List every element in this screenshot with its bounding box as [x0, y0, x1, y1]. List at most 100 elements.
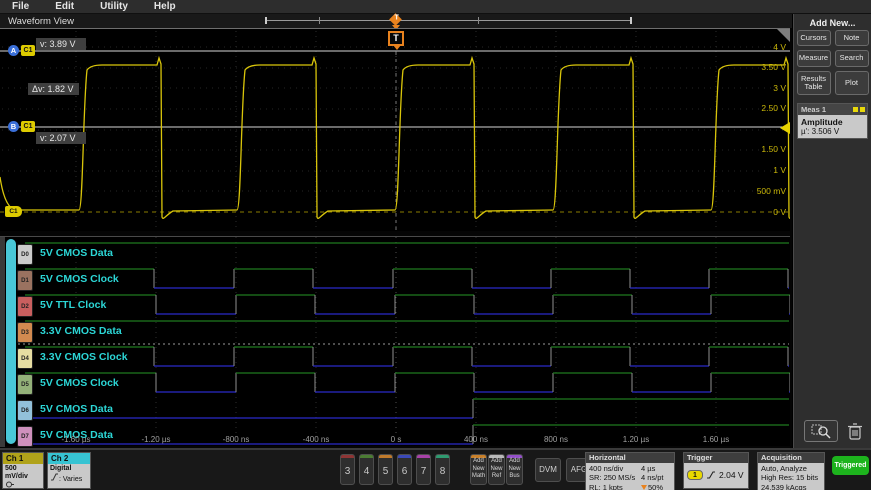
- view-corner-handle-icon[interactable]: [777, 29, 790, 42]
- channel-button-4[interactable]: 4: [359, 454, 374, 485]
- cursor-b-badge[interactable]: B: [8, 121, 19, 132]
- channel-color-stripe: [379, 455, 392, 458]
- plot-button[interactable]: Plot: [835, 71, 869, 96]
- acquisition-panel[interactable]: Acquisition Auto, Analyze High Res: 15 b…: [757, 452, 825, 490]
- measurement-badge-body: Amplitude µ': 3.506 V: [798, 115, 867, 138]
- time-axis-label: -400 ns: [293, 435, 339, 444]
- digital-waveform-D2[interactable]: [25, 295, 790, 314]
- time-axis-label: -1.60 µs: [53, 435, 99, 444]
- record-length: RL: 1 kpts: [589, 483, 641, 490]
- measurement-badge-header: Meas 1: [798, 104, 867, 115]
- trigger-position-icon[interactable]: T: [389, 13, 402, 26]
- channel2-badge-body: Digital : Varies: [48, 464, 90, 488]
- trigger-source-badge: 1: [687, 470, 703, 480]
- trigger-panel-header: Trigger: [684, 453, 748, 463]
- add-color-stripe: [507, 455, 522, 458]
- acquisition-mode: Auto, Analyze: [761, 464, 821, 473]
- channel-color-stripe: [341, 455, 354, 458]
- digital-channel-label-D3: 3.3V CMOS Data: [40, 325, 122, 337]
- digital-waveform-D5[interactable]: [25, 373, 790, 392]
- waveform-view: Waveform View T T C1 A C1 v: 3.89 V Δv: …: [0, 14, 792, 448]
- menu-utility[interactable]: Utility: [100, 1, 128, 12]
- channel-button-3[interactable]: 3: [340, 454, 355, 485]
- channel-button-6[interactable]: 6: [397, 454, 412, 485]
- voltage-scale-label: 500 mV: [736, 186, 786, 196]
- trash-icon: [846, 421, 864, 441]
- digital-graticule[interactable]: D0 5V CMOS Data D1 5V CMOS Clock D2 5V TTL Cl…: [0, 236, 790, 446]
- note-button[interactable]: Note: [835, 30, 869, 46]
- status-bar: Ch 1 500 mV/div 100 MHz Ch 2 Digital : V…: [0, 448, 871, 490]
- overview-right-bracket: [630, 17, 632, 24]
- trigger-flag-icon[interactable]: T: [388, 31, 404, 46]
- measurement-badge[interactable]: Meas 1 Amplitude µ': 3.506 V: [797, 103, 868, 139]
- trigger-panel[interactable]: Trigger 1 2.04 V: [683, 452, 749, 489]
- menu-edit[interactable]: Edit: [55, 1, 74, 12]
- digital-channel-badge-D5[interactable]: D5: [17, 374, 33, 395]
- digital-channel-badge-D2[interactable]: D2: [17, 296, 33, 317]
- digital-channel-label-D6: 5V CMOS Data: [40, 403, 113, 415]
- digital-channel-badge-D3[interactable]: D3: [17, 322, 33, 343]
- menu-help[interactable]: Help: [154, 1, 176, 12]
- channel1-ground-badge[interactable]: C1: [5, 206, 22, 217]
- digital-channel-label-D0: 5V CMOS Data: [40, 247, 113, 259]
- trigger-level-arrow-icon[interactable]: [780, 122, 790, 134]
- channel-button-7[interactable]: 7: [416, 454, 431, 485]
- delete-button[interactable]: [846, 421, 864, 441]
- voltage-scale-label: 3.50 V: [736, 62, 786, 72]
- search-button[interactable]: Search: [835, 50, 869, 66]
- cursor-a-badge[interactable]: A: [8, 45, 19, 56]
- acquisition-overview-bar[interactable]: T: [265, 16, 632, 26]
- results-table-button[interactable]: Results Table: [797, 71, 831, 96]
- cursors-button[interactable]: Cursors: [797, 30, 831, 46]
- analog-waveform-plot: [0, 29, 790, 232]
- digital-waveform-D4[interactable]: [25, 347, 789, 366]
- magnifier-icon: [805, 421, 837, 441]
- view-title[interactable]: Waveform View: [8, 16, 74, 27]
- digital-waveform-D6[interactable]: [25, 399, 789, 418]
- horizontal-panel-body: 400 ns/div 4 µs SR: 250 MS/s 4 ns/pt RL:…: [586, 463, 674, 490]
- horizontal-panel[interactable]: Horizontal 400 ns/div 4 µs SR: 250 MS/s …: [585, 452, 675, 490]
- digital-channel-label-D4: 3.3V CMOS Clock: [40, 351, 128, 363]
- time-axis-label: 1.60 µs: [693, 435, 739, 444]
- voltage-scale-label: 1.50 V: [736, 144, 786, 154]
- meas-indicator-icon: [853, 107, 858, 112]
- channel2-badge[interactable]: Ch 2 Digital : Varies: [47, 452, 91, 489]
- add-new-math-button[interactable]: AddNewMath: [470, 454, 487, 485]
- digital-channel-label-D1: 5V CMOS Clock: [40, 273, 119, 285]
- acquisition-panel-body: Auto, Analyze High Res: 15 bits 24.539 k…: [758, 463, 824, 490]
- cursor-a-channel-badge[interactable]: C1: [21, 45, 35, 56]
- meas-indicator-icon: [860, 107, 865, 112]
- horizontal-window: 4 µs: [641, 464, 671, 473]
- acquisition-resolution: High Res: 15 bits: [761, 473, 821, 482]
- dvm-button[interactable]: DVM: [535, 458, 561, 482]
- channel1-badge-body: 500 mV/div 100 MHz: [3, 464, 43, 488]
- time-axis-label: 0 s: [373, 435, 419, 444]
- horizontal-scale: 400 ns/div: [589, 464, 641, 473]
- digital-channel-badge-D0[interactable]: D0: [17, 244, 33, 265]
- digital-channel-label-D5: 5V CMOS Clock: [40, 377, 119, 389]
- menu-file[interactable]: File: [12, 1, 29, 12]
- channel1-badge[interactable]: Ch 1 500 mV/div 100 MHz: [2, 452, 44, 489]
- add-new-ref-button[interactable]: AddNewRef: [488, 454, 505, 485]
- cursor-b-channel-badge[interactable]: C1: [21, 121, 35, 132]
- zoom-mode-button[interactable]: [804, 420, 838, 442]
- add-new-bus-button[interactable]: AddNewBus: [506, 454, 523, 485]
- digital-channel-badge-D1[interactable]: D1: [17, 270, 33, 291]
- digital-channel-badge-D6[interactable]: D6: [17, 400, 33, 421]
- channel2-mode: Digital: [50, 465, 88, 473]
- digital-channel-label-D2: 5V TTL Clock: [40, 299, 106, 311]
- measure-button[interactable]: Measure: [797, 50, 831, 66]
- voltage-scale-label: 1 V: [736, 165, 786, 175]
- trigger-status-button[interactable]: Triggered: [832, 456, 869, 475]
- menu-bar: File Edit Utility Help: [0, 0, 871, 14]
- digital-group-handle[interactable]: [6, 239, 16, 444]
- digital-waveform-D1[interactable]: [25, 269, 789, 288]
- digital-channel-badge-D7[interactable]: D7: [17, 426, 33, 447]
- overview-line: [265, 20, 632, 21]
- ch1-waveform[interactable]: [0, 58, 790, 218]
- channel-button-5[interactable]: 5: [378, 454, 393, 485]
- voltage-scale-label: 4 V: [736, 42, 786, 52]
- analog-graticule[interactable]: T C1 A C1 v: 3.89 V Δv: 1.82 V B C1 v: 2…: [0, 28, 790, 231]
- channel-button-8[interactable]: 8: [435, 454, 450, 485]
- digital-channel-badge-D4[interactable]: D4: [17, 348, 33, 369]
